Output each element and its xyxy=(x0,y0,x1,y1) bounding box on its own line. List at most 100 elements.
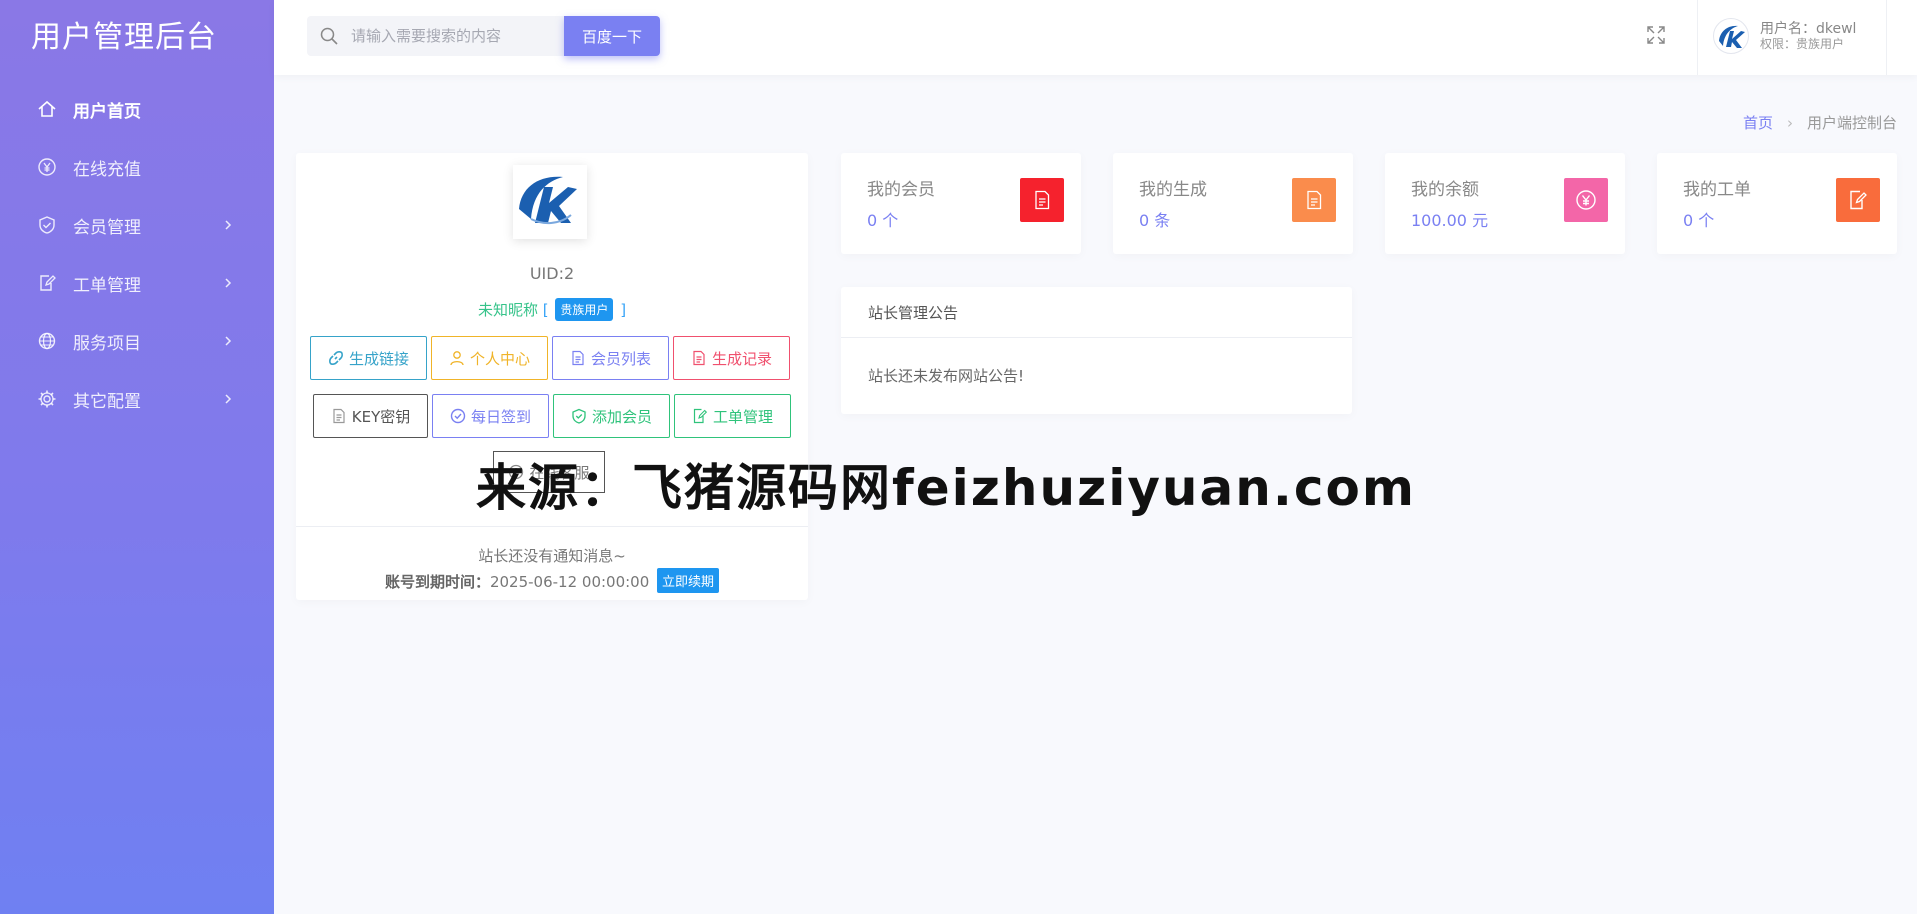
sidebar-item-label: 工单管理 xyxy=(73,275,141,296)
stat-value: 0 条 xyxy=(1139,211,1171,230)
personal-center-button[interactable]: 个人中心 xyxy=(431,336,548,380)
avatar xyxy=(1713,18,1749,54)
button-label: 工单管理 xyxy=(712,407,773,426)
action-row-2: KEY密钥 每日签到 添加会员 工单管理 xyxy=(313,394,797,438)
check-circle-icon xyxy=(450,408,466,424)
search-box xyxy=(307,16,564,56)
stat-card-generated: 我的生成 0 条 xyxy=(1113,153,1353,254)
stat-label: 我的工单 xyxy=(1683,180,1751,200)
profile-avatar xyxy=(513,165,587,239)
stat-card-members: 我的会员 0 个 xyxy=(841,153,1081,254)
ticket-management-button[interactable]: 工单管理 xyxy=(674,394,791,438)
button-label: KEY密钥 xyxy=(351,407,411,426)
stat-card-balance: 我的余额 100.00 元 xyxy=(1385,153,1625,254)
stat-card-tickets: 我的工单 0 个 xyxy=(1657,153,1897,254)
user-uid: UID:2 xyxy=(529,264,575,283)
sidebar-item-label: 会员管理 xyxy=(73,217,141,238)
notice-text: 站长还没有通知消息~ xyxy=(478,547,626,565)
profile-card: UID:2 未知昵称 [ 贵族用户 ] 生成链接 个人中心 会员列表 生成记录 … xyxy=(296,153,808,600)
breadcrumb-home[interactable]: 首页 xyxy=(1743,112,1773,133)
button-label: 添加会员 xyxy=(591,407,652,426)
top-header: 百度一下 用户名：dkewl 权限：贵族用户 xyxy=(274,0,1917,75)
button-label: 生成记录 xyxy=(711,349,772,368)
expiry-value: 2025-06-12 00:00:00 xyxy=(489,573,650,591)
doc-icon xyxy=(572,350,584,366)
sidebar-item-members[interactable]: 会员管理 xyxy=(0,196,274,254)
doc-icon xyxy=(333,408,345,424)
button-label: 每日签到 xyxy=(470,407,531,426)
button-label: 生成链接 xyxy=(348,349,409,368)
add-member-button[interactable]: 添加会员 xyxy=(553,394,670,438)
stat-value: 100.00 元 xyxy=(1411,211,1489,230)
doc-icon xyxy=(693,350,705,366)
search-input[interactable] xyxy=(351,16,556,56)
edit-doc-icon xyxy=(37,273,57,293)
home-icon xyxy=(37,99,57,119)
chevron-right-icon xyxy=(225,278,232,288)
edit-doc-icon xyxy=(1850,190,1867,210)
doc-icon xyxy=(1307,190,1322,210)
bracket-open: [ xyxy=(542,301,549,319)
sidebar-nav: 用户首页 在线充值 会员管理 工单管理 服务项目 其它配置 xyxy=(0,80,274,428)
key-secret-button[interactable]: KEY密钥 xyxy=(313,394,428,438)
expiry-row: 账号到期时间：2025-06-12 00:00:00 立即续期 xyxy=(296,568,808,593)
button-label: 个人中心 xyxy=(469,349,530,368)
sidebar-item-recharge[interactable]: 在线充值 xyxy=(0,138,274,196)
yen-circle-icon xyxy=(1576,190,1596,210)
watermark-text: 来源：飞猪源码网feizhuziyuan.com xyxy=(476,459,1416,517)
daily-checkin-button[interactable]: 每日签到 xyxy=(432,394,549,438)
sidebar-item-home[interactable]: 用户首页 xyxy=(0,80,274,138)
sidebar-item-label: 其它配置 xyxy=(73,391,141,412)
breadcrumb: 首页 › 用户端控制台 xyxy=(1743,112,1897,133)
stat-label: 我的生成 xyxy=(1139,180,1207,200)
chevron-right-icon xyxy=(225,220,232,230)
breadcrumb-current: 用户端控制台 xyxy=(1806,114,1897,132)
doc-icon xyxy=(1035,190,1050,210)
search-icon xyxy=(320,27,338,45)
chevron-right-icon xyxy=(225,336,232,346)
user-role: 权限：贵族用户 xyxy=(1760,37,1845,51)
sidebar-item-settings[interactable]: 其它配置 xyxy=(0,370,274,428)
globe-icon xyxy=(37,331,57,351)
action-row-1: 生成链接 个人中心 会员列表 生成记录 xyxy=(310,336,794,380)
user-menu[interactable]: 用户名：dkewl 权限：贵族用户 xyxy=(1697,0,1887,75)
sidebar-item-label: 在线充值 xyxy=(73,159,141,180)
fullscreen-icon[interactable] xyxy=(1645,24,1667,46)
sidebar-item-tickets[interactable]: 工单管理 xyxy=(0,254,274,312)
shield-check-icon xyxy=(572,408,586,424)
stat-value: 0 个 xyxy=(1683,211,1715,230)
stat-label: 我的会员 xyxy=(867,180,935,200)
chevron-right-icon xyxy=(225,394,232,404)
link-icon xyxy=(328,351,343,365)
yen-circle-icon xyxy=(37,157,57,177)
renew-button[interactable]: 立即续期 xyxy=(657,568,720,593)
nickname: 未知昵称 xyxy=(477,301,538,319)
generate-link-button[interactable]: 生成链接 xyxy=(310,336,427,380)
generation-records-button[interactable]: 生成记录 xyxy=(673,336,790,380)
stat-icon xyxy=(1020,178,1064,222)
stat-label: 我的余额 xyxy=(1411,180,1479,200)
announcement-title: 站长管理公告 xyxy=(841,287,1352,338)
stat-value: 0 个 xyxy=(867,211,899,230)
breadcrumb-separator: › xyxy=(1786,113,1793,132)
button-label: 会员列表 xyxy=(590,349,651,368)
stat-icon xyxy=(1564,178,1608,222)
expiry-label: 账号到期时间： xyxy=(384,573,490,591)
user-icon xyxy=(450,351,464,366)
nickname-row: 未知昵称 [ 贵族用户 ] xyxy=(296,298,808,321)
sidebar: 用户管理后台 用户首页 在线充值 会员管理 工单管理 服务项目 其它配置 xyxy=(0,0,274,914)
member-list-button[interactable]: 会员列表 xyxy=(552,336,669,380)
stat-icon xyxy=(1836,178,1880,222)
sidebar-item-label: 用户首页 xyxy=(73,101,141,122)
announcement-body: 站长还未发布网站公告! xyxy=(868,367,1025,385)
shield-check-icon xyxy=(37,215,57,235)
announcement-card: 站长管理公告 站长还未发布网站公告! xyxy=(841,287,1352,414)
sidebar-item-services[interactable]: 服务项目 xyxy=(0,312,274,370)
vip-badge: 贵族用户 xyxy=(555,298,614,321)
gear-icon xyxy=(37,389,57,409)
sidebar-item-label: 服务项目 xyxy=(73,333,141,354)
edit-doc-icon xyxy=(693,408,708,424)
divider xyxy=(296,526,808,527)
search-button[interactable]: 百度一下 xyxy=(564,16,660,56)
stat-icon xyxy=(1292,178,1336,222)
